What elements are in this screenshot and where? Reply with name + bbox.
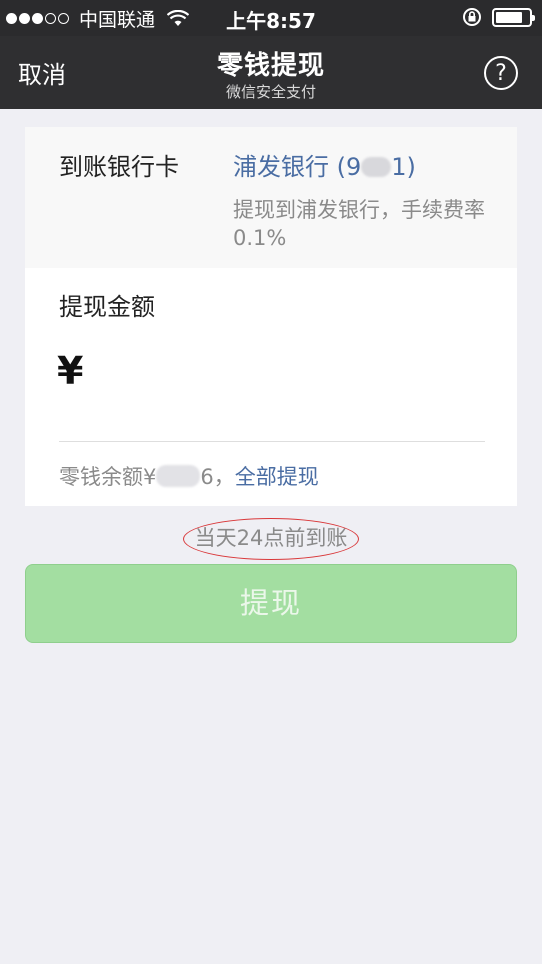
divider: [59, 441, 485, 442]
page-title: 零钱提现: [216, 51, 325, 81]
status-bar: 中国联通 上午8:57: [0, 0, 542, 36]
bank-card-row[interactable]: 到账银行卡 浦发银行 (9 1) 提现到浦发银行，手续费率0.1%: [25, 127, 517, 268]
battery-icon: [492, 7, 535, 27]
nav-bar: 取消 零钱提现 微信安全支付 ?: [0, 36, 542, 109]
fee-note: 提现到浦发银行，手续费率0.1%: [233, 198, 485, 250]
balance-suffix: 6，: [200, 465, 235, 489]
question-mark-icon: ?: [495, 60, 507, 86]
page-subtitle: 微信安全支付: [225, 83, 316, 101]
status-right: [462, 7, 535, 27]
balance-row: 零钱余额¥ 6，全部提现: [59, 461, 319, 491]
bank-card-label: 到账银行卡: [59, 153, 179, 181]
amount-label: 提现金额: [59, 293, 155, 321]
bank-name-prefix: 浦发银行 (9: [233, 153, 362, 181]
withdraw-card: 到账银行卡 浦发银行 (9 1) 提现到浦发银行，手续费率0.1% 提现金额 ¥ …: [25, 127, 517, 506]
redacted-balance: [156, 465, 201, 487]
currency-symbol: ¥: [57, 349, 84, 393]
annotation-circle: [183, 518, 359, 560]
balance-prefix: 零钱余额¥: [59, 465, 157, 489]
bank-name-suffix: 1): [391, 153, 416, 181]
amount-input[interactable]: [103, 343, 483, 403]
help-button[interactable]: ?: [484, 56, 518, 90]
withdraw-button[interactable]: 提现: [25, 564, 517, 643]
status-time: 上午8:57: [226, 9, 316, 33]
bank-card-selector[interactable]: 浦发银行 (9 1): [233, 147, 416, 182]
redacted-card-digits: [361, 157, 392, 177]
withdraw-all-link[interactable]: 全部提现: [235, 465, 319, 489]
rotation-lock-icon: [463, 8, 481, 26]
